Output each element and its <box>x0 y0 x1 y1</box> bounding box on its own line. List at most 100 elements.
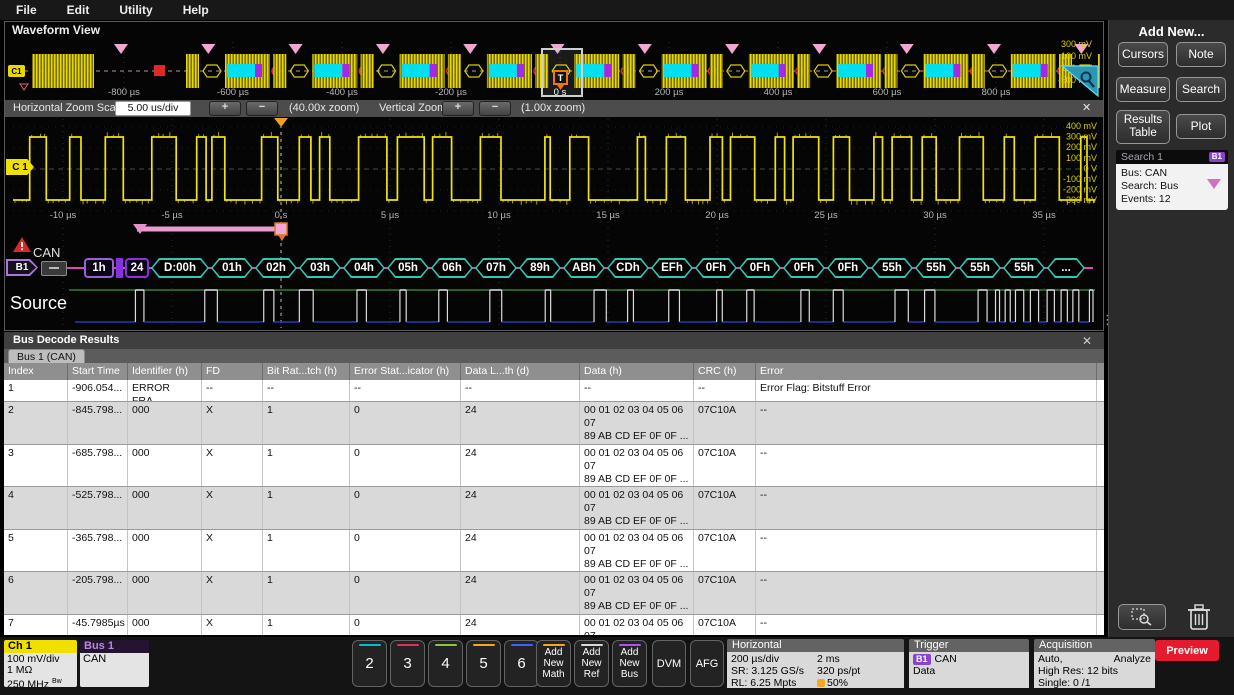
table-row[interactable]: 1-906.054...ERROR FRA...------------Erro… <box>4 380 1104 402</box>
search-mark-icon <box>376 44 390 54</box>
search-expand-icon[interactable] <box>1207 179 1221 189</box>
column-header-crc[interactable]: CRC (h) <box>694 363 756 380</box>
menu-help[interactable]: Help <box>183 3 209 17</box>
cursors-button[interactable]: Cursors <box>1118 42 1168 67</box>
trigger-panel[interactable]: Trigger B1 CAN Data <box>909 639 1029 690</box>
zoom-close-icon[interactable]: ✕ <box>1082 101 1091 114</box>
button-color-line <box>581 644 603 646</box>
column-header-identifier[interactable]: Identifier (h) <box>128 363 202 380</box>
bus-collapse-handle[interactable] <box>41 261 67 276</box>
column-header-start[interactable]: Start Time <box>68 363 128 380</box>
column-header-error[interactable]: Error <box>756 363 1097 380</box>
tab-bus1-can[interactable]: Bus 1 (CAN) <box>8 349 85 364</box>
waveform-view-title: Waveform View <box>12 23 100 37</box>
delete-search-button[interactable] <box>1185 602 1213 632</box>
overview-time-label: 200 µs <box>655 87 684 98</box>
table-cell: -- <box>263 380 350 401</box>
table-cell: 1 <box>263 530 350 571</box>
table-cell: -- <box>461 380 580 401</box>
table-cell: 000 <box>128 445 202 486</box>
search-1-card[interactable]: Search 1 B1 Bus: CAN Search: Bus Events:… <box>1116 150 1228 210</box>
bus-1-bottom-badge[interactable]: Bus 1 CAN <box>80 640 149 687</box>
results-close-icon[interactable]: ✕ <box>1082 334 1092 348</box>
column-header-index[interactable]: Index <box>4 363 68 380</box>
search-1-body: Bus: CAN Search: Bus Events: 12 <box>1116 164 1228 210</box>
menu-edit[interactable]: Edit <box>67 3 90 17</box>
overview-time-label: 600 µs <box>873 87 902 98</box>
overview-time-label: 800 µs <box>982 87 1011 98</box>
trash-icon <box>1185 602 1213 632</box>
overview-plot[interactable]: T-800 µs-600 µs-400 µs-200 µs0 s200 µs40… <box>6 38 1100 100</box>
menu-bar: File Edit Utility Help <box>0 0 1234 20</box>
table-cell: 00 01 02 03 04 05 06 07 89 AB CD EF 0F 0… <box>580 445 694 486</box>
table-cell: 00 01 02 03 04 05 06 07 <box>580 615 694 635</box>
hzoom-plus-button[interactable]: + <box>209 101 241 116</box>
menu-utility[interactable]: Utility <box>119 3 152 17</box>
channel-2-button[interactable]: 2 <box>352 640 387 687</box>
measure-button[interactable]: Measure <box>1116 77 1170 102</box>
overview-waveform[interactable]: T-800 µs-600 µs-400 µs-200 µs0 s200 µs40… <box>6 38 1100 100</box>
table-row[interactable]: 4-525.798...000X102400 01 02 03 04 05 06… <box>4 487 1104 530</box>
table-cell: ERROR FRA... <box>128 380 202 401</box>
column-header-data[interactable]: Data L...th (d) <box>461 363 580 380</box>
button-color-line <box>543 644 565 646</box>
table-row[interactable]: 6-205.798...000X102400 01 02 03 04 05 06… <box>4 572 1104 615</box>
table-cell: -205.798... <box>68 572 128 614</box>
horizontal-panel[interactable]: Horizontal 200 µs/div2 ms SR: 3.125 GS/s… <box>727 639 904 690</box>
vzoom-label: Vertical Zoom <box>379 102 446 114</box>
table-cell: 5 <box>4 530 68 571</box>
plot-button[interactable]: Plot <box>1176 114 1226 139</box>
table-cell: 24 <box>461 402 580 444</box>
channel-5-button[interactable]: 5 <box>466 640 501 687</box>
results-table-body[interactable]: 1-906.054...ERROR FRA...------------Erro… <box>4 380 1104 635</box>
can-data-byte-box: ABh <box>563 258 605 278</box>
vzoom-minus-button[interactable]: − <box>479 101 511 116</box>
column-header-data[interactable]: Data (h) <box>580 363 694 380</box>
add-new-ref-button[interactable]: Add New Ref <box>574 640 609 687</box>
column-header-bit[interactable]: Bit Rat...tch (h) <box>263 363 350 380</box>
search-button[interactable]: Search <box>1176 77 1226 102</box>
preview-button[interactable]: Preview <box>1155 640 1219 661</box>
table-cell: 1 <box>263 445 350 486</box>
bus-1-badge-info: CAN <box>80 653 149 687</box>
table-row[interactable]: 2-845.798...000X102400 01 02 03 04 05 06… <box>4 402 1104 445</box>
column-header-fd[interactable]: FD <box>202 363 263 380</box>
table-row[interactable]: 3-685.798...000X102400 01 02 03 04 05 06… <box>4 445 1104 487</box>
can-data-byte-box: 05h <box>387 258 429 278</box>
can-flag-bar <box>116 258 123 278</box>
channel-1-badge-info: 100 mV/div 1 MΩ 250 MHz Bw <box>4 653 77 687</box>
acquisition-panel[interactable]: Acquisition Auto,Analyze High Res: 12 bi… <box>1034 639 1155 690</box>
table-cell: 6 <box>4 572 68 614</box>
table-cell: 0 <box>350 402 461 444</box>
zoomed-time-label: 0 s <box>275 210 288 221</box>
column-header-error[interactable]: Error Stat...icator (h) <box>350 363 461 380</box>
table-cell: -- <box>756 445 1097 486</box>
note-button[interactable]: Note <box>1176 42 1226 67</box>
zoom-to-event-button[interactable] <box>1118 604 1166 630</box>
menu-file[interactable]: File <box>16 3 37 17</box>
afg-button[interactable]: AFG <box>690 640 724 687</box>
hzoom-minus-button[interactable]: − <box>246 101 278 116</box>
add-new-math-button[interactable]: Add New Math <box>536 640 571 687</box>
table-row[interactable]: 7-45.7985µs000X102400 01 02 03 04 05 06 … <box>4 615 1104 635</box>
table-cell: 07C10A <box>694 530 756 571</box>
channel-6-button[interactable]: 6 <box>504 640 539 687</box>
can-data-byte-box: ... <box>1047 258 1085 278</box>
table-cell: 24 <box>461 445 580 486</box>
channel-color-line <box>397 644 419 646</box>
zoomed-plot[interactable]: -10 µs-5 µs0 s5 µs10 µs15 µs20 µs25 µs30… <box>5 117 1102 222</box>
channel-4-button[interactable]: 4 <box>428 640 463 687</box>
channel-1-badge[interactable]: Ch 1 100 mV/div 1 MΩ 250 MHz Bw <box>4 640 77 687</box>
channel-3-button[interactable]: 3 <box>390 640 425 687</box>
table-row[interactable]: 5-365.798...000X102400 01 02 03 04 05 06… <box>4 530 1104 572</box>
search-mark-icon <box>463 44 477 54</box>
zoomed-waveform[interactable]: -10 µs-5 µs0 s5 µs10 µs15 µs20 µs25 µs30… <box>5 117 1102 222</box>
add-new-bus-button[interactable]: Add New Bus <box>612 640 647 687</box>
results-table-button[interactable]: Results Table <box>1116 110 1170 144</box>
horizontal-panel-title: Horizontal <box>727 639 904 652</box>
vzoom-plus-button[interactable]: + <box>442 101 474 116</box>
dvm-button[interactable]: DVM <box>652 640 686 687</box>
table-cell: -- <box>350 380 461 401</box>
hzoom-scale-value[interactable]: 5.00 us/div <box>115 101 191 116</box>
table-cell: -45.7985µs <box>68 615 128 635</box>
